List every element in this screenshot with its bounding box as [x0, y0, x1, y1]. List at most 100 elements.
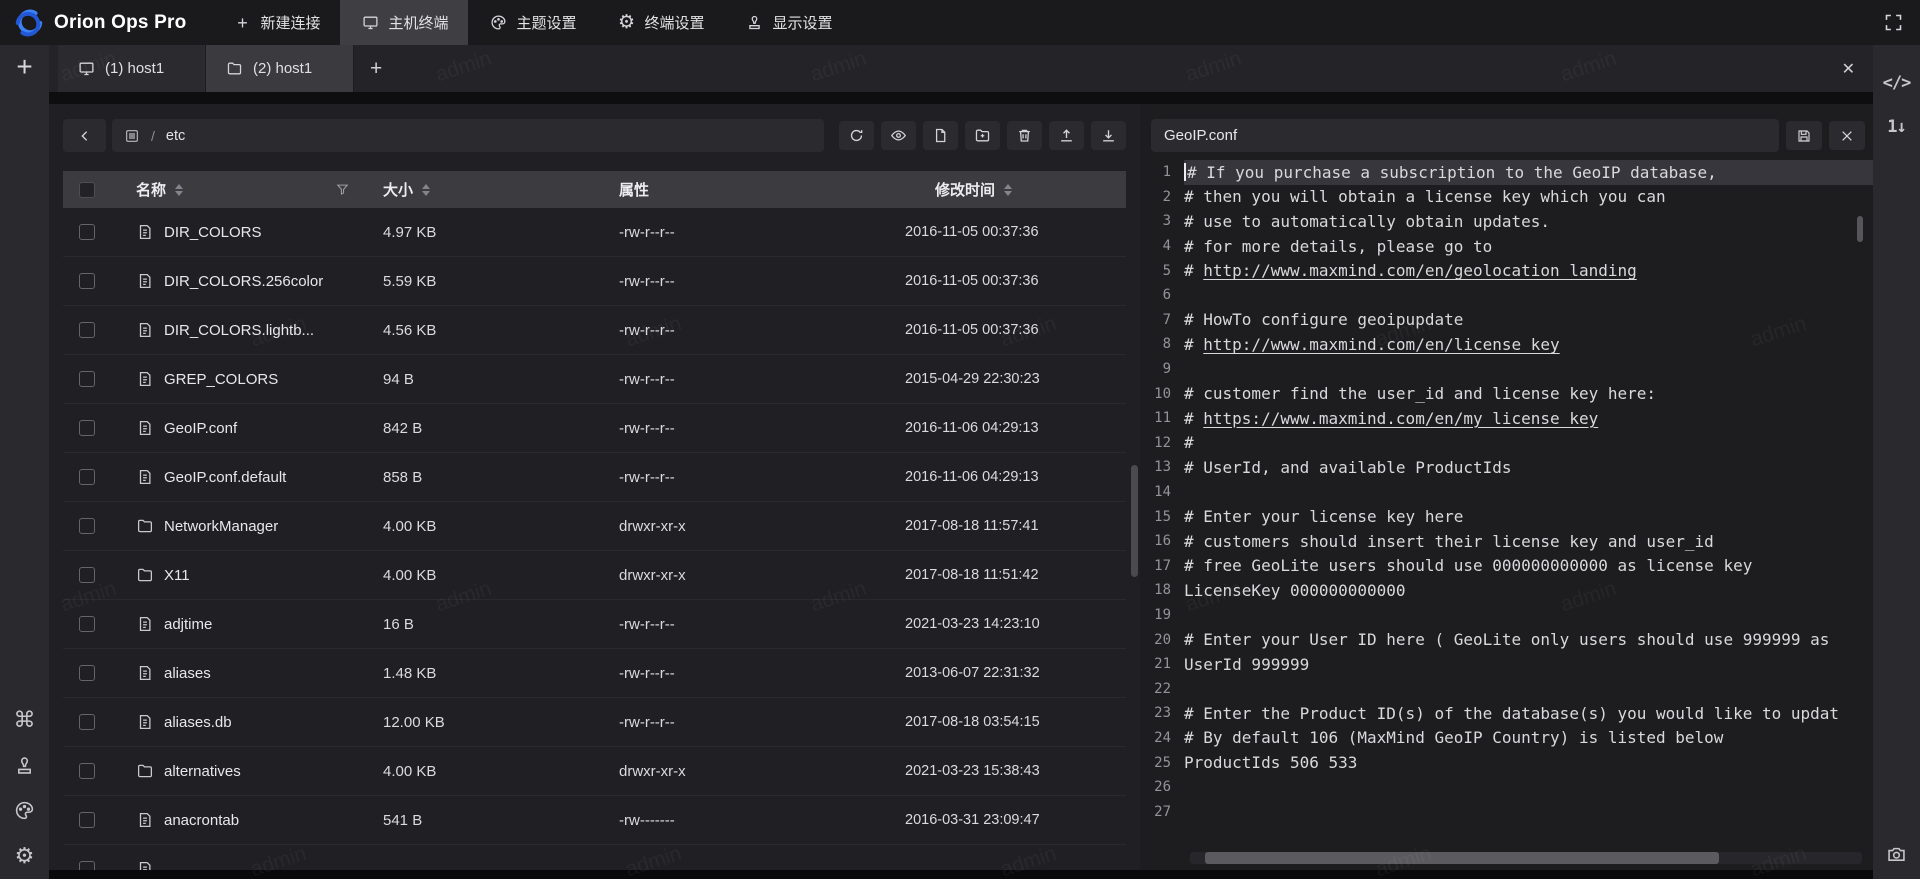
table-row[interactable]: NetworkManager4.00 KBdrwxr-xr-x2017-08-1… — [63, 502, 1126, 551]
code-line[interactable]: 25ProductIds 506 533 — [1140, 750, 1873, 775]
camera-icon[interactable] — [1886, 844, 1907, 865]
table-row[interactable]: aliases1.48 KB-rw-r--r--2013-06-07 22:31… — [63, 649, 1126, 698]
table-row[interactable]: aliases.db12.00 KB-rw-r--r--2017-08-18 0… — [63, 698, 1126, 747]
code-line[interactable]: 7# HowTo configure geoipupdate — [1140, 308, 1873, 333]
code-line[interactable]: 8# http://www.maxmind.com/en/license_key — [1140, 332, 1873, 357]
row-checkbox[interactable] — [79, 714, 95, 730]
file-name[interactable]: adjtime — [164, 616, 212, 633]
code-line[interactable]: 26 — [1140, 775, 1873, 800]
row-checkbox[interactable] — [79, 420, 95, 436]
eye-icon[interactable] — [881, 121, 916, 150]
upload-icon[interactable] — [1049, 121, 1084, 150]
code-line[interactable]: 11# https://www.maxmind.com/en/my_licens… — [1140, 406, 1873, 431]
row-checkbox[interactable] — [79, 469, 95, 485]
palette-icon[interactable] — [14, 800, 35, 821]
row-checkbox[interactable] — [79, 665, 95, 681]
column-header-name[interactable]: 名称 — [136, 179, 166, 200]
new-folder-icon[interactable] — [965, 121, 1000, 150]
fullscreen-icon[interactable] — [1867, 0, 1920, 45]
nav-item-new-connection[interactable]: + 新建连接 — [212, 0, 340, 45]
code-line[interactable]: 1# If you purchase a subscription to the… — [1140, 160, 1873, 185]
file-name[interactable]: DIR_COLORS — [164, 224, 262, 241]
row-checkbox[interactable] — [79, 224, 95, 240]
file-name[interactable]: DIR_COLORS.256color — [164, 273, 323, 290]
editor-hscrollbar-thumb[interactable] — [1205, 852, 1719, 864]
row-checkbox[interactable] — [79, 371, 95, 387]
editor-hscrollbar[interactable] — [1190, 852, 1862, 864]
row-checkbox[interactable] — [79, 518, 95, 534]
code-line[interactable]: 9 — [1140, 357, 1873, 382]
close-icon[interactable]: ✕ — [1824, 45, 1873, 92]
code-line[interactable]: 15# Enter your license key here — [1140, 504, 1873, 529]
code-icon[interactable]: </> — [1883, 73, 1911, 93]
new-file-icon[interactable] — [923, 121, 958, 150]
nav-item-theme-settings[interactable]: 主题设置 — [468, 0, 596, 45]
table-row[interactable]: GREP_COLORS94 B-rw-r--r--2015-04-29 22:3… — [63, 355, 1126, 404]
file-name[interactable]: aliases — [164, 665, 211, 682]
url-link[interactable]: https://www.maxmind.com/en/my_license_ke… — [1203, 409, 1598, 428]
row-checkbox[interactable] — [79, 861, 95, 870]
file-name[interactable]: GREP_COLORS — [164, 371, 278, 388]
sort-arrows-icon[interactable] — [1004, 184, 1012, 196]
code-line[interactable]: 6 — [1140, 283, 1873, 308]
code-line[interactable]: 4# for more details, please go to — [1140, 234, 1873, 259]
file-list-scrollbar[interactable] — [1131, 465, 1138, 577]
code-line[interactable]: 23# Enter the Product ID(s) of the datab… — [1140, 701, 1873, 726]
url-link[interactable]: http://www.maxmind.com/en/geolocation_la… — [1203, 261, 1636, 280]
code-line[interactable]: 24# By default 106 (MaxMind GeoIP Countr… — [1140, 726, 1873, 751]
tab-host1-terminal[interactable]: (1) host1 — [58, 45, 206, 92]
code-line[interactable]: 27 — [1140, 799, 1873, 824]
row-checkbox[interactable] — [79, 567, 95, 583]
code-line[interactable]: 18LicenseKey 000000000000 — [1140, 578, 1873, 603]
file-name[interactable]: NetworkManager — [164, 518, 278, 535]
close-icon[interactable] — [1829, 121, 1865, 150]
breadcrumb[interactable]: / etc — [112, 119, 824, 152]
table-row[interactable]: DIR_COLORS.lightb...4.56 KB-rw-r--r--201… — [63, 306, 1126, 355]
url-link[interactable]: http://www.maxmind.com/en/license_key — [1203, 335, 1559, 354]
select-all-checkbox[interactable] — [79, 182, 95, 198]
breadcrumb-segment-etc[interactable]: etc — [166, 128, 185, 144]
back-button[interactable] — [63, 119, 106, 152]
table-row[interactable]: DIR_COLORS4.97 KB-rw-r--r--2016-11-05 00… — [63, 208, 1126, 257]
table-row[interactable]: anacrontab541 B-rw-------2016-03-31 23:0… — [63, 796, 1126, 845]
table-row[interactable]: adjtime16 B-rw-r--r--2021-03-23 14:23:10 — [63, 600, 1126, 649]
table-row[interactable]: GeoIP.conf842 B-rw-r--r--2016-11-06 04:2… — [63, 404, 1126, 453]
code-line[interactable]: 19 — [1140, 603, 1873, 628]
table-row[interactable]: X114.00 KBdrwxr-xr-x2017-08-18 11:51:42 — [63, 551, 1126, 600]
new-tab-button[interactable]: + — [354, 45, 398, 92]
sort-order-icon[interactable]: 1↓ — [1887, 117, 1905, 137]
row-checkbox[interactable] — [79, 322, 95, 338]
code-editor[interactable]: 1# If you purchase a subscription to the… — [1140, 160, 1873, 870]
code-line[interactable]: 22 — [1140, 676, 1873, 701]
row-checkbox[interactable] — [79, 763, 95, 779]
gear-icon[interactable]: ⚙ — [15, 845, 35, 867]
code-line[interactable]: 17# free GeoLite users should use 000000… — [1140, 554, 1873, 579]
editor-vscrollbar[interactable] — [1857, 216, 1863, 242]
filename-input[interactable] — [1151, 119, 1779, 152]
column-header-mtime[interactable]: 修改时间 — [935, 179, 995, 200]
file-name[interactable]: X11 — [164, 567, 190, 584]
refresh-icon[interactable] — [839, 121, 874, 150]
code-line[interactable]: 5# http://www.maxmind.com/en/geolocation… — [1140, 258, 1873, 283]
code-line[interactable]: 2# then you will obtain a license key wh… — [1140, 185, 1873, 210]
trash-icon[interactable] — [1007, 121, 1042, 150]
sort-arrows-icon[interactable] — [175, 184, 183, 196]
command-icon[interactable]: ⌘ — [14, 709, 36, 731]
nav-item-display-settings[interactable]: 显示设置 — [725, 0, 853, 45]
file-name[interactable]: anacrontab — [164, 812, 239, 829]
column-header-size[interactable]: 大小 — [383, 179, 413, 200]
code-line[interactable]: 3# use to automatically obtain updates. — [1140, 209, 1873, 234]
file-name[interactable]: GeoIP.conf.default — [164, 469, 286, 486]
table-row[interactable]: alternatives4.00 KBdrwxr-xr-x2021-03-23 … — [63, 747, 1126, 796]
code-line[interactable]: 13# UserId, and available ProductIds — [1140, 455, 1873, 480]
code-line[interactable]: 14 — [1140, 480, 1873, 505]
download-icon[interactable] — [1091, 121, 1126, 150]
row-checkbox[interactable] — [79, 616, 95, 632]
code-line[interactable]: 20# Enter your User ID here ( GeoLite on… — [1140, 627, 1873, 652]
code-line[interactable]: 21UserId 999999 — [1140, 652, 1873, 677]
row-checkbox[interactable] — [79, 273, 95, 289]
table-row[interactable]: GeoIP.conf.default858 B-rw-r--r--2016-11… — [63, 453, 1126, 502]
code-line[interactable]: 12# — [1140, 431, 1873, 456]
code-line[interactable]: 10# customer find the user_id and licens… — [1140, 381, 1873, 406]
plus-icon[interactable]: + — [16, 53, 32, 81]
